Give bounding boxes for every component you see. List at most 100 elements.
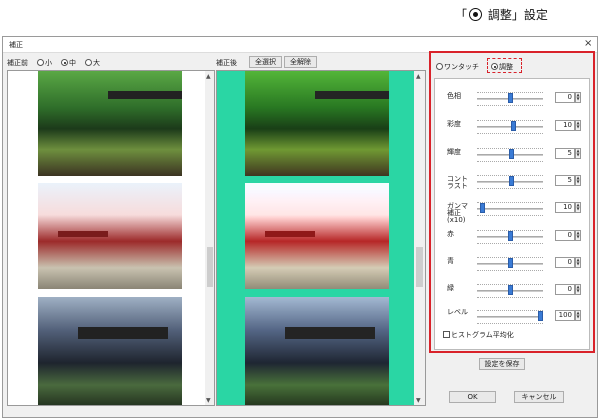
settings-panel: ワンタッチ 調整 色相 0 ▲ ▼ 彩度 10 ▲ ▼ 輝度 5 ▲ ▼ コント ラスト 5 ▲ ▼ ガンマ 補… (429, 51, 595, 353)
size-radio-large[interactable]: 大 (85, 58, 100, 68)
after-preview-pane[interactable]: ▲ ▼ (216, 70, 426, 406)
spin-arrows-icon[interactable]: ▲ ▼ (575, 202, 581, 213)
roof-shape (108, 91, 182, 99)
roof-shape (265, 231, 315, 237)
slider-thumb[interactable] (507, 231, 513, 241)
select-all-button[interactable]: 全選択 (249, 56, 282, 68)
before-scrollbar[interactable]: ▲ ▼ (205, 71, 214, 405)
correction-window: 補正 × 補正前 小 中 大 補正後 全選択 全解除 ▲ ▼ ▲ ▼ ワンタッチ… (2, 36, 598, 418)
value-spinbox[interactable]: 10 (555, 120, 575, 131)
slider-ticks (477, 188, 543, 189)
slider-label: 輝度 (447, 148, 461, 156)
slider-label: 彩度 (447, 120, 461, 128)
roof-shape (285, 327, 375, 339)
radio-icon (436, 63, 443, 70)
scroll-down-icon[interactable]: ▼ (206, 397, 211, 404)
before-preview-pane[interactable]: ▲ ▼ (7, 70, 215, 406)
slider-ticks (477, 323, 543, 324)
value-spinbox[interactable]: 0 (555, 257, 575, 268)
slider-thumb[interactable] (507, 285, 513, 295)
slider-thumb[interactable] (480, 203, 486, 213)
slider-thumb[interactable] (538, 311, 543, 321)
scroll-thumb[interactable] (416, 247, 423, 287)
spin-arrows-icon[interactable]: ▲ ▼ (575, 284, 581, 295)
mode-radio-adjust[interactable]: 調整 (491, 62, 513, 72)
slider-row: 緑 0 ▲ ▼ (435, 281, 589, 305)
scroll-up-icon[interactable]: ▲ (206, 73, 211, 80)
slider-label: 色相 (447, 92, 461, 100)
spin-arrows-icon[interactable]: ▲ ▼ (575, 148, 581, 159)
histogram-checkbox[interactable]: ヒストグラム平均化 (443, 330, 514, 340)
slider-row: ガンマ 補正 (x10) 10 ▲ ▼ (435, 199, 589, 224)
slider-ticks (477, 133, 543, 134)
slider-thumb[interactable] (508, 149, 514, 159)
slider-track[interactable] (477, 208, 543, 210)
deselect-all-button[interactable]: 全解除 (284, 56, 317, 68)
radio-icon (85, 59, 92, 66)
slider-ticks (477, 161, 543, 162)
slider-row: レベル 100 ▲ ▼ (435, 307, 589, 331)
roof-shape (315, 91, 389, 99)
slider-row: 赤 0 ▲ ▼ (435, 227, 589, 251)
spin-arrows-icon[interactable]: ▲ ▼ (575, 175, 581, 186)
slider-row: 色相 0 ▲ ▼ (435, 89, 589, 113)
slider-thumb[interactable] (507, 258, 513, 268)
after-photo-temple[interactable] (245, 183, 389, 289)
value-spinbox[interactable]: 5 (555, 175, 575, 186)
value-spinbox[interactable]: 0 (555, 92, 575, 103)
before-label: 補正前 (7, 59, 28, 67)
radio-icon (37, 59, 44, 66)
slider-label: ガンマ 補正 (x10) (447, 202, 468, 224)
mode-radio-onetouch[interactable]: ワンタッチ (436, 62, 479, 72)
spin-arrows-icon[interactable]: ▲ ▼ (575, 310, 581, 321)
save-settings-button[interactable]: 設定を保存 (479, 358, 525, 370)
size-radio-medium[interactable]: 中 (61, 58, 76, 68)
slider-ticks (477, 202, 543, 203)
roof-shape (58, 231, 108, 237)
after-scrollbar[interactable]: ▲ ▼ (414, 71, 425, 405)
callout-label: 「 調整」設定 (455, 8, 548, 22)
slider-thumb[interactable] (510, 121, 516, 131)
slider-label: レベル (447, 308, 468, 316)
radio-selected-icon (491, 63, 498, 70)
scroll-thumb[interactable] (207, 247, 213, 287)
slider-label: 青 (447, 257, 454, 265)
value-spinbox[interactable]: 5 (555, 148, 575, 159)
slider-ticks (477, 270, 543, 271)
checkbox-icon (443, 331, 450, 338)
value-spinbox[interactable]: 0 (555, 284, 575, 295)
slider-thumb[interactable] (507, 93, 513, 103)
adjust-settings-area: 色相 0 ▲ ▼ 彩度 10 ▲ ▼ 輝度 5 ▲ ▼ コント ラスト 5 ▲ ▼ ガンマ 補正 (x10) 10… (434, 78, 590, 350)
slider-ticks (477, 243, 543, 244)
slider-row: コント ラスト 5 ▲ ▼ (435, 172, 589, 196)
radio-selected-icon (469, 8, 483, 21)
slider-label: 赤 (447, 230, 454, 238)
ok-button[interactable]: OK (449, 391, 496, 403)
scroll-up-icon[interactable]: ▲ (416, 73, 421, 80)
slider-ticks (477, 105, 543, 106)
value-spinbox[interactable]: 10 (555, 202, 575, 213)
spin-arrows-icon[interactable]: ▲ ▼ (575, 257, 581, 268)
cancel-button[interactable]: キャンセル (514, 391, 564, 403)
radio-selected-icon (61, 59, 68, 66)
after-photo-garden[interactable] (245, 71, 389, 176)
after-photo-stage[interactable] (245, 297, 389, 405)
slider-label: コント ラスト (447, 175, 468, 190)
before-photo-temple[interactable] (38, 183, 182, 289)
slider-ticks (477, 215, 543, 216)
close-icon[interactable]: × (584, 38, 592, 49)
slider-track[interactable] (477, 316, 543, 318)
spin-arrows-icon[interactable]: ▲ ▼ (575, 230, 581, 241)
spin-arrows-icon[interactable]: ▲ ▼ (575, 120, 581, 131)
before-photo-stage[interactable] (38, 297, 182, 405)
value-spinbox[interactable]: 100 (555, 310, 575, 321)
roof-shape (78, 327, 168, 339)
value-spinbox[interactable]: 0 (555, 230, 575, 241)
slider-row: 青 0 ▲ ▼ (435, 254, 589, 278)
before-photo-garden[interactable] (38, 71, 182, 176)
slider-thumb[interactable] (508, 176, 514, 186)
spin-arrows-icon[interactable]: ▲ ▼ (575, 92, 581, 103)
size-radio-small[interactable]: 小 (37, 58, 52, 68)
scroll-down-icon[interactable]: ▼ (416, 397, 421, 404)
after-label: 補正後 (216, 59, 237, 67)
